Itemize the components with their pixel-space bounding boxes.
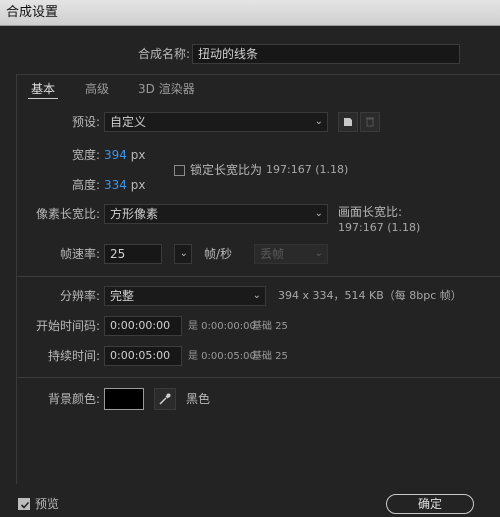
start-timecode-label: 开始时间码:	[35, 319, 100, 333]
divider	[16, 276, 500, 277]
tab-basic[interactable]: 基本	[31, 80, 55, 98]
frame-rate-label: 帧速率:	[59, 247, 100, 261]
start-timecode-note: 是 0:00:00:00	[188, 321, 256, 332]
background-color-label: 背景颜色:	[47, 392, 100, 406]
width-label: 宽度:	[71, 148, 100, 162]
lock-aspect-label: 锁定长宽比为	[190, 163, 263, 177]
chevron-down-icon: ⌄	[314, 248, 323, 259]
duration-label: 持续时间:	[47, 349, 100, 363]
start-timecode-base: 基础 25	[252, 321, 288, 332]
resolution-info: 394 x 334，514 KB（每 8bpc 帧）	[278, 289, 462, 302]
height-label: 高度:	[71, 178, 100, 192]
frame-rate-unit: 帧/秒	[204, 247, 233, 261]
width-unit: px	[130, 148, 146, 162]
background-color-name: 黑色	[186, 392, 211, 406]
lock-aspect-checkbox[interactable]	[174, 165, 185, 176]
preset-value: 自定义	[110, 115, 147, 129]
comp-name-label: 合成名称:	[137, 47, 190, 61]
chevron-down-icon: ⌄	[314, 208, 323, 219]
start-timecode-input[interactable]: 0:00:00:00	[104, 316, 182, 336]
frame-rate-dropdown[interactable]: ⌄	[174, 244, 192, 264]
lock-aspect-value: 197:167 (1.18)	[266, 163, 349, 176]
delete-preset-button[interactable]	[360, 112, 380, 132]
frame-rate-input[interactable]: 25	[104, 244, 162, 264]
resolution-dropdown[interactable]: 完整 ⌄	[104, 286, 266, 306]
ok-button[interactable]: 确定	[386, 494, 474, 514]
eyedropper-icon	[159, 393, 171, 405]
width-value[interactable]: 394	[104, 148, 127, 162]
duration-note: 是 0:00:05:00	[188, 351, 256, 362]
resolution-value: 完整	[110, 289, 135, 303]
save-preset-button[interactable]	[338, 112, 358, 132]
trash-icon	[366, 117, 374, 127]
tab-advanced[interactable]: 高级	[85, 80, 109, 98]
chevron-down-icon: ⌄	[179, 248, 188, 259]
comp-name-input[interactable]: 扭动的线条	[192, 44, 460, 64]
pixel-aspect-value: 方形像素	[110, 207, 159, 221]
title-bar: 合成设置	[0, 0, 500, 26]
window-title: 合成设置	[6, 5, 59, 20]
tab-3d-renderer[interactable]: 3D 渲染器	[138, 80, 195, 98]
preview-label: 预览	[35, 497, 60, 511]
preview-checkbox[interactable]	[18, 498, 30, 510]
height-unit: px	[130, 178, 146, 192]
eyedropper-button[interactable]	[154, 388, 176, 410]
width-value-group[interactable]: 394 px	[104, 146, 145, 164]
settings-panel	[16, 74, 500, 484]
height-value[interactable]: 334	[104, 178, 127, 192]
background-color-swatch[interactable]	[104, 388, 144, 410]
height-value-group[interactable]: 334 px	[104, 176, 145, 194]
resolution-label: 分辨率:	[59, 289, 100, 303]
frame-aspect-value: 197:167 (1.18)	[338, 221, 421, 234]
checkmark-icon	[20, 501, 30, 509]
divider	[16, 377, 500, 378]
drop-frame-dropdown[interactable]: 丢帧 ⌄	[254, 244, 328, 264]
pixel-aspect-label: 像素长宽比:	[35, 207, 100, 221]
preset-label: 预设:	[71, 115, 100, 129]
chevron-down-icon: ⌄	[252, 290, 261, 301]
save-preset-icon	[344, 118, 352, 126]
duration-input[interactable]: 0:00:05:00	[104, 346, 182, 366]
preset-dropdown[interactable]: 自定义 ⌄	[104, 112, 328, 132]
drop-frame-value: 丢帧	[260, 247, 285, 261]
duration-base: 基础 25	[252, 351, 288, 362]
tab-basic-underline	[28, 98, 58, 99]
composition-settings-dialog: 合成设置 合成名称: 扭动的线条 基本 高级 3D 渲染器 预设: 自定义 ⌄ …	[0, 0, 500, 517]
chevron-down-icon: ⌄	[314, 116, 323, 127]
pixel-aspect-dropdown[interactable]: 方形像素 ⌄	[104, 204, 328, 224]
